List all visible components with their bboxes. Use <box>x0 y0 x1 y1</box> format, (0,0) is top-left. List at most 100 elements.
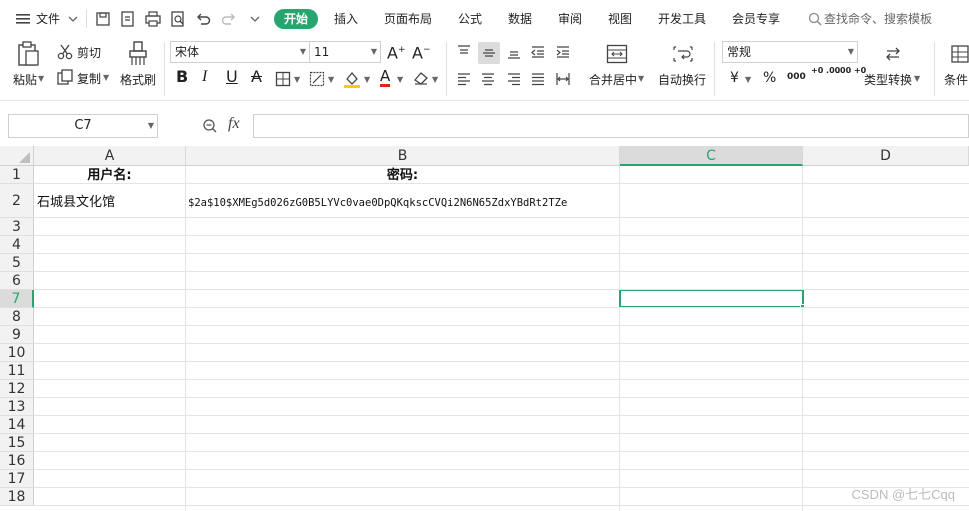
save-icon[interactable] <box>94 10 112 28</box>
tab-insert[interactable]: 插入 <box>334 10 358 28</box>
command-search[interactable]: 查找命令、搜索模板 <box>824 10 932 28</box>
paste-button[interactable]: 粘贴 <box>13 72 37 88</box>
increase-indent-icon[interactable] <box>553 42 573 62</box>
tab-formulas[interactable]: 公式 <box>458 10 482 28</box>
eraser-icon[interactable] <box>412 69 430 87</box>
row-header-4[interactable]: 4 <box>0 236 34 254</box>
fill-color-dropdown-icon[interactable]: ▼ <box>364 72 370 88</box>
row-header-13[interactable]: 13 <box>0 398 34 416</box>
copy-dropdown-icon[interactable]: ▼ <box>103 70 109 86</box>
justify-icon[interactable] <box>528 69 548 89</box>
file-menu[interactable]: 文件 <box>36 10 60 28</box>
thousands-separator-button[interactable]: 000 <box>787 69 806 85</box>
currency-button[interactable]: ¥ <box>730 70 739 86</box>
column-header-a[interactable]: A <box>34 146 186 166</box>
type-convert-dropdown-icon[interactable]: ▼ <box>914 71 920 87</box>
row-header-10[interactable]: 10 <box>0 344 34 362</box>
increase-font-size-button[interactable]: A+ <box>387 42 406 61</box>
row-header-15[interactable]: 15 <box>0 434 34 452</box>
name-box[interactable]: C7 ▼ <box>8 114 158 138</box>
wrap-text-button[interactable]: 自动换行 <box>658 72 706 88</box>
conditional-format-button[interactable]: 条件 <box>944 72 968 88</box>
type-convert-button[interactable]: 类型转换 <box>864 72 912 88</box>
row-header-6[interactable]: 6 <box>0 272 34 290</box>
font-name-select[interactable]: 宋体 ▼ <box>170 41 310 63</box>
row-header-16[interactable]: 16 <box>0 452 34 470</box>
paste-icon[interactable] <box>14 40 42 68</box>
cell-b2[interactable]: $2a$10$XMEg5d026zG0B5LYVc0vae0DpQKqkscCV… <box>188 186 619 220</box>
insert-function-button[interactable]: fx <box>228 116 240 132</box>
row-header-7[interactable]: 7 <box>0 290 34 308</box>
select-all-corner[interactable] <box>0 146 34 166</box>
cell-a2[interactable]: 石城县文化馆 <box>37 186 185 220</box>
tab-home[interactable]: 开始 <box>274 9 319 29</box>
align-right-icon[interactable] <box>504 69 524 89</box>
currency-dropdown-icon[interactable]: ▼ <box>745 72 751 88</box>
column-header-b[interactable]: B <box>186 146 620 166</box>
column-header-c[interactable]: C <box>620 146 803 166</box>
row-header-8[interactable]: 8 <box>0 308 34 326</box>
align-center-icon[interactable] <box>478 69 498 89</box>
print-icon[interactable] <box>144 10 162 28</box>
distributed-align-icon[interactable] <box>553 69 573 89</box>
clear-dropdown-icon[interactable]: ▼ <box>432 72 438 88</box>
row-header-18[interactable]: 18 <box>0 488 34 506</box>
decrease-font-size-button[interactable]: A− <box>412 42 431 61</box>
chevron-down-icon[interactable] <box>64 10 82 28</box>
format-painter-button[interactable]: 格式刷 <box>120 72 156 88</box>
merge-center-button[interactable]: 合并居中 <box>589 72 637 88</box>
fill-pattern-dropdown-icon[interactable]: ▼ <box>328 72 334 88</box>
export-pdf-icon[interactable] <box>119 10 137 28</box>
align-bottom-icon[interactable] <box>504 42 524 62</box>
underline-button[interactable]: U <box>226 69 238 85</box>
number-format-select[interactable]: 常规 ▼ <box>722 41 858 63</box>
strikethrough-button[interactable]: A <box>251 69 262 85</box>
decrease-decimal-button[interactable]: .00 +0 <box>837 66 866 75</box>
row-header-17[interactable]: 17 <box>0 470 34 488</box>
row-header-3[interactable]: 3 <box>0 218 34 236</box>
borders-icon[interactable] <box>274 70 292 88</box>
fill-pattern-icon[interactable] <box>308 70 326 88</box>
tab-review[interactable]: 审阅 <box>558 10 582 28</box>
formula-input[interactable] <box>253 114 969 138</box>
merge-dropdown-icon[interactable]: ▼ <box>638 71 644 87</box>
bold-button[interactable]: B <box>176 69 188 85</box>
decrease-indent-icon[interactable] <box>528 42 548 62</box>
column-header-d[interactable]: D <box>803 146 969 166</box>
font-size-select[interactable]: 11 ▼ <box>309 41 381 63</box>
row-header-1[interactable]: 1 <box>0 166 34 184</box>
cut-button[interactable]: 剪切 <box>77 45 101 61</box>
row-header-11[interactable]: 11 <box>0 362 34 380</box>
align-top-icon[interactable] <box>454 42 474 62</box>
copy-button[interactable]: 复制 <box>77 71 101 87</box>
italic-button[interactable]: I <box>202 69 207 85</box>
spreadsheet-grid[interactable]: A B C D 1 2 3 4 5 6 7 8 9 10 11 12 13 14 15 16 17 18 用户名:… <box>0 146 969 511</box>
redo-icon[interactable] <box>220 10 238 28</box>
font-color-button[interactable]: A <box>380 68 391 87</box>
gridline <box>34 451 969 452</box>
active-cell-c7[interactable] <box>619 289 804 308</box>
tab-member[interactable]: 会员专享 <box>732 10 780 28</box>
row-header-12[interactable]: 12 <box>0 380 34 398</box>
tab-view[interactable]: 视图 <box>608 10 632 28</box>
row-header-9[interactable]: 9 <box>0 326 34 344</box>
fill-color-icon[interactable] <box>342 69 362 89</box>
quick-access-dropdown-icon[interactable] <box>246 10 264 28</box>
tab-developer[interactable]: 开发工具 <box>658 10 706 28</box>
percent-button[interactable]: % <box>763 70 776 86</box>
zoom-icon[interactable] <box>201 117 219 135</box>
tab-page-layout[interactable]: 页面布局 <box>384 10 432 28</box>
print-preview-icon[interactable] <box>169 10 187 28</box>
align-left-icon[interactable] <box>454 69 474 89</box>
row-header-5[interactable]: 5 <box>0 254 34 272</box>
undo-icon[interactable] <box>194 10 212 28</box>
font-color-dropdown-icon[interactable]: ▼ <box>397 72 403 88</box>
row-header-2[interactable]: 2 <box>0 184 34 218</box>
hamburger-menu-icon[interactable] <box>14 10 32 28</box>
align-middle-icon[interactable] <box>478 42 500 64</box>
paste-dropdown-icon[interactable]: ▼ <box>38 71 44 87</box>
borders-dropdown-icon[interactable]: ▼ <box>294 72 300 88</box>
tab-data[interactable]: 数据 <box>508 10 532 28</box>
increase-decimal-button[interactable]: +0 .00 <box>811 66 840 75</box>
row-header-14[interactable]: 14 <box>0 416 34 434</box>
